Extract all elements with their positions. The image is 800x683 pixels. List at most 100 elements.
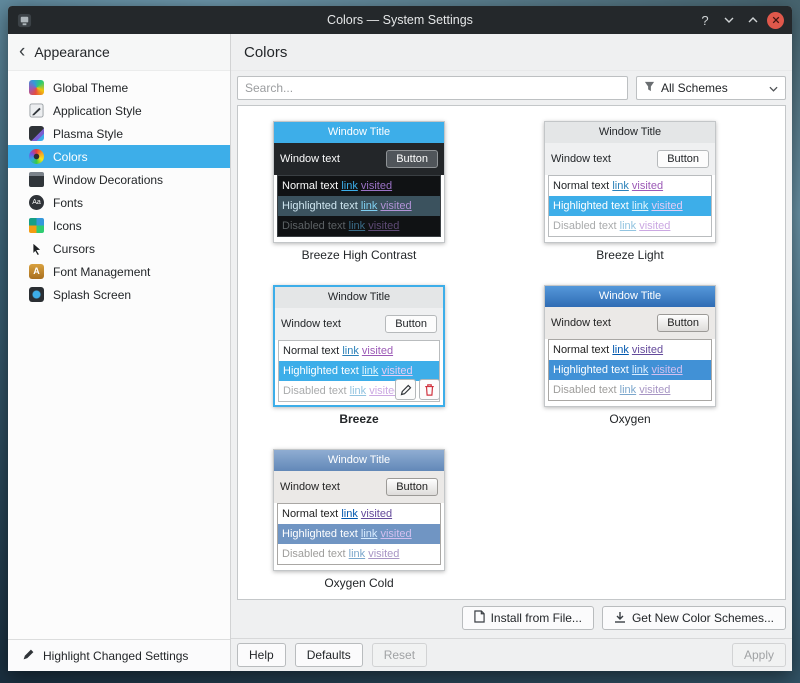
chevron-down-icon	[769, 81, 778, 95]
preview-row-disabled: Disabled text link visited	[278, 216, 440, 236]
row-visited: visited	[651, 200, 682, 212]
preview-row-normal: Normal text link visited	[278, 504, 440, 524]
row-text: Disabled text	[553, 384, 617, 396]
sidebar-item-label: Cursors	[53, 242, 95, 256]
sidebar-back-header[interactable]: ‹ Appearance	[8, 34, 230, 71]
window-body: ‹ Appearance Global Theme Application St…	[8, 34, 792, 671]
preview-list: Normal text link visited Highlighted tex…	[277, 175, 441, 237]
defaults-button[interactable]: Defaults	[295, 643, 363, 667]
row-visited: visited	[361, 508, 392, 520]
preview-window: Window text Button	[275, 308, 443, 340]
sidebar-item-label: Font Management	[53, 265, 150, 279]
sidebar-item-icons[interactable]: Icons	[8, 214, 230, 237]
sidebar-item-fonts[interactable]: Fonts	[8, 191, 230, 214]
row-visited: visited	[361, 180, 392, 192]
row-link: link	[632, 364, 649, 376]
install-from-file-button[interactable]: Install from File...	[462, 606, 594, 630]
edit-scheme-button[interactable]	[395, 379, 416, 400]
sidebar-item-cursors[interactable]: Cursors	[8, 237, 230, 260]
scheme-name: Oxygen	[544, 412, 716, 426]
preview-window-text: Window text	[280, 153, 340, 165]
sidebar-item-colors[interactable]: Colors	[8, 145, 230, 168]
preview-window: Window text Button	[274, 471, 444, 503]
scheme-card-breeze-high-contrast[interactable]: Window Title Window text Button Normal t…	[273, 121, 445, 262]
row-text: Highlighted text	[553, 364, 629, 376]
reset-button[interactable]: Reset	[372, 643, 427, 667]
scheme-filter-dropdown[interactable]: All Schemes	[636, 76, 786, 100]
preview-row-highlighted: Highlighted text link visited	[278, 196, 440, 216]
highlight-changed-settings-toggle[interactable]: Highlight Changed Settings	[8, 639, 230, 671]
row-link: link	[361, 528, 378, 540]
scheme-card-oxygen[interactable]: Window Title Window text Button Normal t…	[544, 285, 716, 426]
preview-row-disabled: Disabled text link visited	[278, 544, 440, 564]
scheme-item-actions	[395, 379, 440, 400]
scheme-actions-bar: Install from File... Get New Color Schem…	[462, 606, 786, 630]
highlight-changed-settings-label: Highlight Changed Settings	[43, 649, 188, 663]
sidebar-item-global-theme[interactable]: Global Theme	[8, 76, 230, 99]
apply-button[interactable]: Apply	[732, 643, 786, 667]
scheme-card-breeze-light[interactable]: Window Title Window text Button Normal t…	[544, 121, 716, 262]
preview-window-text: Window text	[551, 153, 611, 165]
get-new-color-schemes-button[interactable]: Get New Color Schemes...	[602, 606, 786, 630]
scheme-list-view: Window Title Window text Button Normal t…	[237, 105, 786, 600]
sidebar-item-application-style[interactable]: Application Style	[8, 99, 230, 122]
sidebar-item-label: Window Decorations	[53, 173, 163, 187]
search-input[interactable]	[237, 76, 628, 100]
close-icon[interactable]	[767, 12, 784, 29]
preview-row-highlighted: Highlighted text link visited	[279, 361, 439, 381]
sidebar-item-label: Fonts	[53, 196, 83, 210]
filter-selected-value: All Schemes	[661, 81, 728, 95]
dialog-button-bar: Help Defaults Reset Apply	[231, 638, 792, 671]
row-visited: visited	[368, 548, 399, 560]
help-window-button[interactable]: ?	[695, 10, 715, 30]
row-link: link	[349, 220, 366, 232]
sidebar-item-splash-screen[interactable]: Splash Screen	[8, 283, 230, 306]
preview-window: Window text Button	[274, 143, 444, 175]
preview-window-text: Window text	[280, 481, 340, 493]
minimize-icon[interactable]	[719, 10, 739, 30]
preview-titlebar: Window Title	[545, 122, 715, 143]
scheme-preview: Window Title Window text Button Normal t…	[273, 449, 445, 571]
row-text: Normal text	[282, 180, 338, 192]
row-link: link	[341, 180, 358, 192]
system-settings-window: Colors — System Settings ? ‹ Appearance	[8, 6, 792, 671]
scheme-card-breeze[interactable]: Window Title Window text Button Normal t…	[273, 285, 445, 426]
row-text: Highlighted text	[282, 528, 358, 540]
preview-button: Button	[386, 478, 438, 496]
back-chevron-icon[interactable]: ‹	[19, 42, 25, 61]
toolbar: All Schemes	[231, 71, 792, 105]
sidebar-item-plasma-style[interactable]: Plasma Style	[8, 122, 230, 145]
preview-window-text: Window text	[551, 317, 611, 329]
preview-titlebar: Window Title	[274, 450, 444, 471]
main-panel: Colors All Schemes	[231, 34, 792, 671]
row-text: Normal text	[553, 344, 609, 356]
scheme-card-oxygen-cold[interactable]: Window Title Window text Button Normal t…	[273, 449, 445, 590]
help-button[interactable]: Help	[237, 643, 286, 667]
row-visited: visited	[368, 220, 399, 232]
scheme-name: Oxygen Cold	[273, 576, 445, 590]
row-text: Highlighted text	[282, 200, 358, 212]
app-icon[interactable]	[17, 13, 32, 28]
get-new-color-schemes-label: Get New Color Schemes...	[632, 611, 774, 625]
preview-list: Normal text link visited Highlighted tex…	[277, 503, 441, 565]
delete-scheme-button[interactable]	[419, 379, 440, 400]
scheme-name: Breeze Light	[544, 248, 716, 262]
window-decorations-icon	[29, 172, 44, 187]
row-text: Disabled text	[282, 548, 346, 560]
preview-row-highlighted: Highlighted text link visited	[549, 360, 711, 380]
maximize-icon[interactable]	[743, 10, 763, 30]
row-text: Normal text	[553, 180, 609, 192]
sidebar-item-label: Splash Screen	[53, 288, 131, 302]
cursors-icon	[29, 241, 44, 256]
preview-row-normal: Normal text link visited	[279, 341, 439, 361]
row-visited: visited	[632, 344, 663, 356]
download-icon	[614, 611, 626, 626]
preview-list: Normal text link visited Highlighted tex…	[548, 339, 712, 401]
row-visited: visited	[380, 528, 411, 540]
preview-row-normal: Normal text link visited	[549, 176, 711, 196]
sidebar-item-window-decorations[interactable]: Window Decorations	[8, 168, 230, 191]
sidebar-item-font-management[interactable]: Font Management	[8, 260, 230, 283]
colors-icon	[29, 149, 44, 164]
preview-titlebar: Window Title	[274, 122, 444, 143]
document-icon	[474, 610, 485, 626]
